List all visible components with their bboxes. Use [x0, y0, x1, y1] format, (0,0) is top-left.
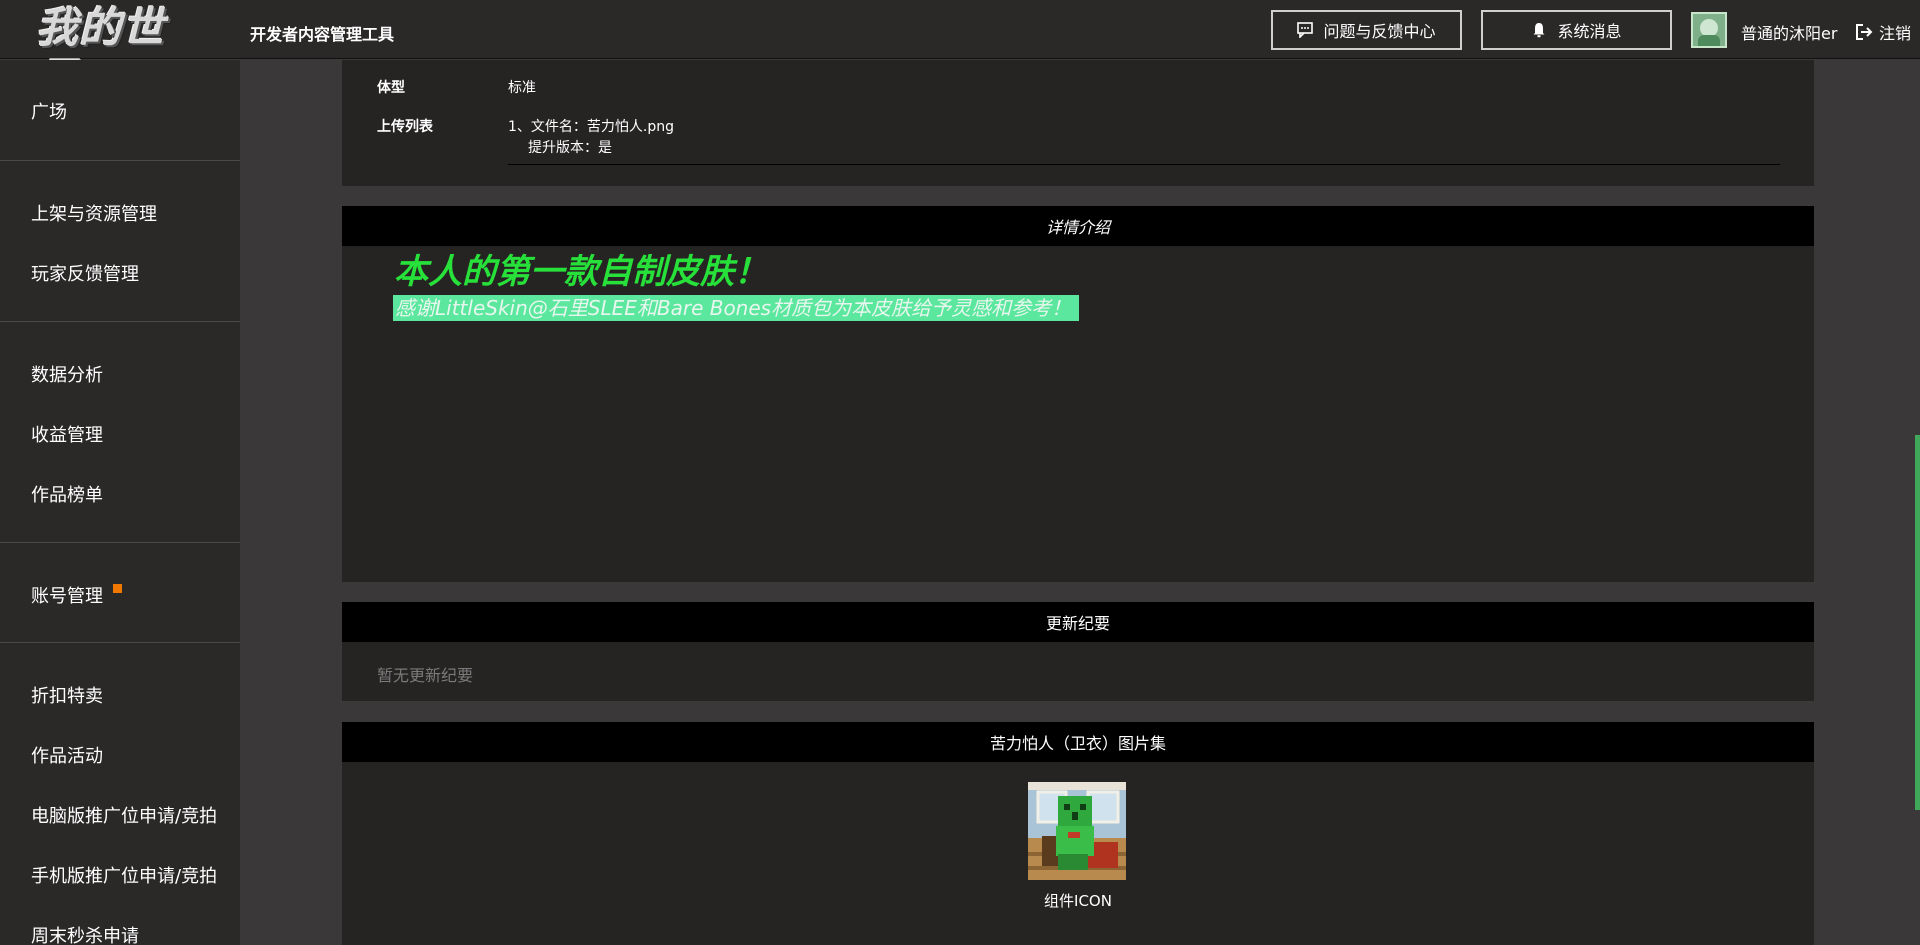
- changelog-title: 更新纪要: [342, 602, 1814, 642]
- body-type-label: 体型: [377, 80, 405, 96]
- details-highlight-text: 感谢LittleSkin@石里SLEE和Bare Bones材质包为本皮肤给予灵…: [393, 295, 1080, 321]
- row-separator: [508, 164, 1780, 165]
- skin-icon-image[interactable]: [1028, 782, 1126, 880]
- sidebar-item-player-feedback[interactable]: 玩家反馈管理: [31, 260, 139, 286]
- creeper-skin-preview: [1028, 782, 1126, 880]
- details-title: 详情介绍: [342, 206, 1814, 246]
- bell-icon: [1533, 23, 1545, 38]
- upload-list-label: 上传列表: [377, 119, 433, 135]
- chat-icon: [1297, 22, 1314, 38]
- system-messages-label: 系统消息: [1557, 22, 1622, 41]
- sidebar-item-weekend-flash-sale[interactable]: 周末秒杀申请: [31, 922, 139, 945]
- notification-badge: [113, 584, 122, 593]
- sidebar-item-plaza[interactable]: 广场: [31, 98, 67, 124]
- app-title: 开发者内容管理工具: [250, 25, 395, 44]
- username[interactable]: 普通的沐阳er: [1741, 20, 1837, 44]
- feedback-center-label: 问题与反馈中心: [1323, 22, 1436, 41]
- minecraft-logo[interactable]: 我的世界: [36, 2, 206, 104]
- system-messages-button[interactable]: 系统消息: [1481, 10, 1672, 50]
- gallery-caption: 组件ICON: [1044, 892, 1112, 910]
- logout-label: 注销: [1879, 24, 1912, 43]
- top-header: 我的世界 开发者内容管理工具 问题与反馈中心 系统消息 普通的沐阳er 注销: [0, 0, 1920, 104]
- logout-button[interactable]: 注销: [1855, 20, 1911, 44]
- sidebar-item-revenue[interactable]: 收益管理: [31, 421, 103, 447]
- changelog-panel: 更新纪要 暂无更新纪要: [342, 602, 1814, 701]
- sidebar-item-listing-resources[interactable]: 上架与资源管理: [31, 200, 157, 226]
- sidebar-divider: [0, 160, 240, 161]
- upload-file-name: 1、文件名：苦力怕人.png: [508, 119, 675, 135]
- sidebar-item-rankings[interactable]: 作品榜单: [31, 481, 103, 507]
- avatar[interactable]: [1691, 12, 1727, 48]
- sidebar-item-account[interactable]: 账号管理: [31, 582, 103, 608]
- resource-info-panel: 体型 标准 上传列表 1、文件名：苦力怕人.png 提升版本：是: [342, 60, 1814, 186]
- sidebar-item-pc-promotion[interactable]: 电脑版推广位申请/竞拍: [31, 802, 217, 828]
- body-type-value: 标准: [508, 80, 536, 96]
- sidebar: 广场 上架与资源管理 玩家反馈管理 数据分析 收益管理 作品榜单 账号管理 折扣…: [0, 60, 240, 945]
- upload-version-bump: 提升版本：是: [528, 140, 612, 156]
- scrollbar[interactable]: [1915, 435, 1920, 810]
- sidebar-item-data-analysis[interactable]: 数据分析: [31, 361, 103, 387]
- sidebar-divider: [0, 642, 240, 643]
- feedback-center-button[interactable]: 问题与反馈中心: [1271, 10, 1462, 50]
- details-panel: 详情介绍 本人的第一款自制皮肤！ 感谢LittleSkin@石里SLEE和Bar…: [342, 206, 1814, 582]
- gallery-panel: 苦力怕人（卫衣）图片集 组件ICON: [342, 722, 1814, 945]
- changelog-empty-note: 暂无更新纪要: [377, 666, 474, 685]
- sidebar-item-activities[interactable]: 作品活动: [31, 742, 103, 768]
- sidebar-divider: [0, 321, 240, 322]
- sidebar-item-mobile-promotion[interactable]: 手机版推广位申请/竞拍: [31, 862, 217, 888]
- logout-icon: [1856, 24, 1873, 40]
- sidebar-divider: [0, 542, 240, 543]
- sidebar-item-discount-sale[interactable]: 折扣特卖: [31, 682, 103, 708]
- gallery-title: 苦力怕人（卫衣）图片集: [342, 722, 1814, 762]
- details-heading: 本人的第一款自制皮肤！: [394, 252, 768, 292]
